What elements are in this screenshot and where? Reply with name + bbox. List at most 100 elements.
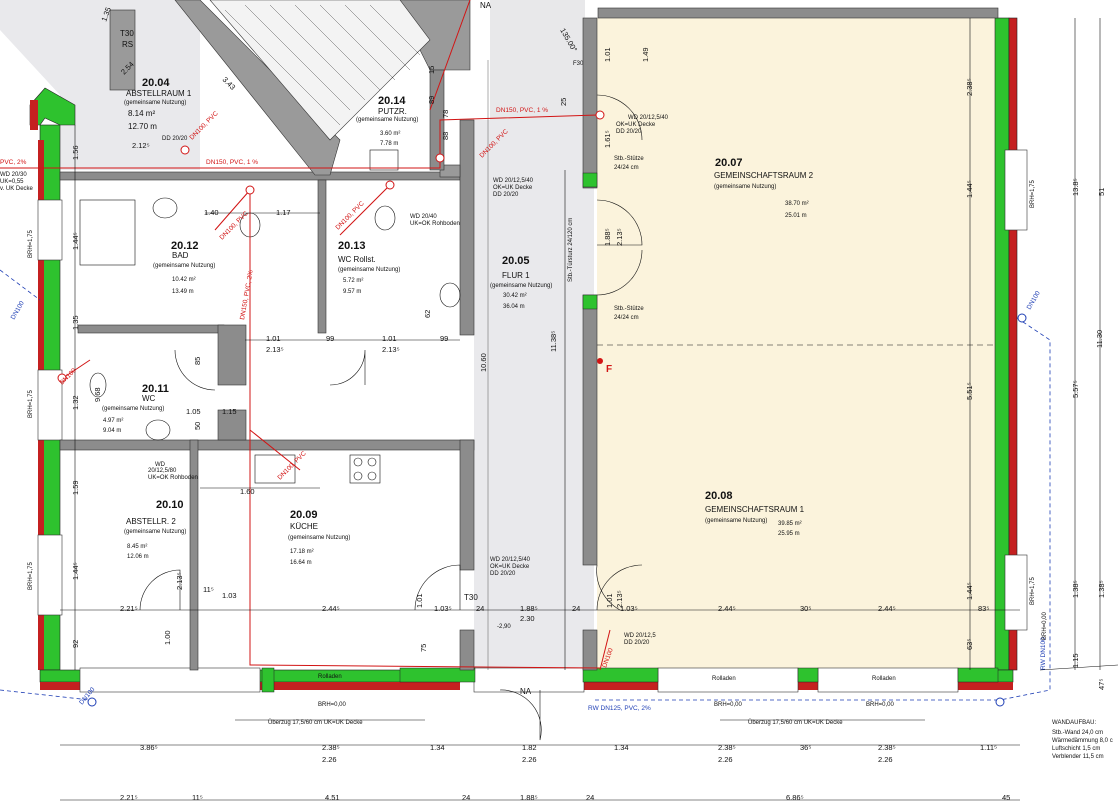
svg-text:1.56: 1.56 — [71, 145, 80, 160]
wall-build-legend: WANDAUFBAU: Stb.-Wand 24,0 cm Wärmedämmu… — [1052, 720, 1113, 760]
svg-text:OK=UK Decke: OK=UK Decke — [616, 122, 656, 128]
svg-text:5.51⁵: 5.51⁵ — [965, 382, 974, 400]
svg-text:1.15: 1.15 — [222, 407, 237, 416]
svg-text:WANDAUFBAU:: WANDAUFBAU: — [1052, 720, 1096, 726]
svg-text:2.30: 2.30 — [520, 614, 535, 623]
svg-text:1.34: 1.34 — [430, 743, 445, 752]
svg-text:PUTZR.: PUTZR. — [378, 107, 407, 116]
svg-text:78: 78 — [441, 110, 450, 118]
svg-text:T30: T30 — [120, 29, 134, 38]
svg-text:Rolladen: Rolladen — [872, 676, 896, 682]
svg-text:DN100: DN100 — [1026, 290, 1042, 311]
svg-text:KÜCHE: KÜCHE — [290, 522, 318, 531]
svg-text:2.21⁵: 2.21⁵ — [120, 604, 138, 613]
svg-text:1.88⁵: 1.88⁵ — [520, 793, 538, 802]
svg-text:2.13⁵: 2.13⁵ — [266, 345, 284, 354]
svg-text:5.72 m²: 5.72 m² — [343, 278, 363, 284]
svg-text:2.26: 2.26 — [718, 755, 733, 764]
room-2009-label: 20.09 KÜCHE (gemeinsame Nutzung) 17.18 m… — [288, 509, 350, 566]
svg-text:85: 85 — [193, 357, 202, 365]
svg-text:25.01 m: 25.01 m — [785, 213, 807, 219]
svg-text:2.38⁵: 2.38⁵ — [965, 78, 974, 96]
svg-text:20.07: 20.07 — [715, 157, 743, 169]
svg-text:2.38⁵: 2.38⁵ — [718, 743, 736, 752]
svg-text:OK=UK Decke: OK=UK Decke — [493, 185, 533, 191]
svg-text:Stb.-Wand 24,0 cm: Stb.-Wand 24,0 cm — [1052, 730, 1103, 736]
svg-text:1.01: 1.01 — [605, 593, 614, 608]
svg-text:Überzug 17,5/60 cm UK=UK Decke: Überzug 17,5/60 cm UK=UK Decke — [268, 719, 363, 726]
svg-text:1.01: 1.01 — [382, 334, 397, 343]
svg-text:2.38⁵: 2.38⁵ — [322, 743, 340, 752]
svg-text:30.42 m²: 30.42 m² — [503, 293, 527, 299]
svg-text:v. UK Decke: v. UK Decke — [0, 186, 34, 192]
svg-text:(gemeinsame Nutzung): (gemeinsame Nutzung) — [102, 406, 164, 412]
svg-text:88: 88 — [441, 132, 450, 140]
svg-text:1.44⁵: 1.44⁵ — [965, 180, 974, 198]
svg-text:RW DN125, PVC, 2%: RW DN125, PVC, 2% — [588, 705, 651, 712]
svg-text:11⁵: 11⁵ — [203, 585, 214, 594]
svg-text:3.60 m²: 3.60 m² — [380, 131, 400, 137]
svg-text:45: 45 — [1002, 793, 1010, 802]
svg-text:BRH=1,75: BRH=1,75 — [1030, 179, 1036, 208]
svg-text:1.59: 1.59 — [71, 480, 80, 495]
svg-text:1.01: 1.01 — [603, 47, 612, 62]
svg-text:Rolladen: Rolladen — [318, 674, 342, 680]
svg-text:BRH=0,00: BRH=0,00 — [714, 702, 743, 708]
svg-text:1.82: 1.82 — [522, 743, 537, 752]
svg-text:ABSTELLRAUM 1: ABSTELLRAUM 1 — [126, 89, 192, 98]
svg-text:WD 20/12,5/40: WD 20/12,5/40 — [490, 557, 531, 563]
svg-text:ABSTELLR. 2: ABSTELLR. 2 — [126, 517, 176, 526]
svg-text:(gemeinsame Nutzung): (gemeinsame Nutzung) — [288, 535, 350, 541]
svg-text:2.13⁵: 2.13⁵ — [615, 228, 624, 246]
svg-text:36⁵: 36⁵ — [800, 743, 811, 752]
svg-text:NA: NA — [480, 1, 492, 10]
room-2011-label: 20.11 WC (gemeinsame Nutzung) 4.97 m² 9.… — [102, 383, 169, 434]
svg-text:2.12⁵: 2.12⁵ — [132, 141, 150, 150]
svg-text:F: F — [606, 364, 612, 375]
svg-text:WD 20/12,5/40: WD 20/12,5/40 — [493, 178, 534, 184]
svg-text:2.26: 2.26 — [322, 755, 337, 764]
hall-gap-fill — [474, 120, 594, 670]
svg-text:51: 51 — [1097, 188, 1106, 196]
svg-text:24: 24 — [462, 793, 470, 802]
svg-text:NA: NA — [520, 687, 532, 696]
svg-text:1.60: 1.60 — [240, 487, 255, 496]
svg-text:1.05: 1.05 — [186, 407, 201, 416]
svg-text:75: 75 — [419, 644, 428, 652]
svg-text:1.15: 1.15 — [1071, 653, 1080, 668]
svg-text:UK=OK Rohboden: UK=OK Rohboden — [148, 475, 198, 481]
svg-text:30⁵: 30⁵ — [800, 604, 811, 613]
room-2010-label: 20.10 ABSTELLR. 2 (gemeinsame Nutzung) 8… — [124, 499, 186, 560]
svg-text:24/24 cm: 24/24 cm — [614, 165, 639, 171]
svg-text:92: 92 — [71, 640, 80, 648]
svg-text:(gemeinsame Nutzung): (gemeinsame Nutzung) — [714, 184, 776, 190]
svg-text:2.21⁵: 2.21⁵ — [120, 793, 138, 802]
svg-text:20.08: 20.08 — [705, 490, 733, 502]
svg-text:10.42 m²: 10.42 m² — [172, 277, 196, 283]
svg-text:1.01: 1.01 — [266, 334, 281, 343]
svg-text:WD 20/12,5/40: WD 20/12,5/40 — [628, 115, 669, 121]
svg-text:1.17: 1.17 — [276, 208, 291, 217]
svg-text:4.97 m²: 4.97 m² — [103, 418, 123, 424]
svg-text:WD 20/30: WD 20/30 — [0, 172, 27, 178]
floor-plan: 20.04 ABSTELLRAUM 1 (gemeinsame Nutzung)… — [0, 0, 1118, 802]
svg-text:12.06 m: 12.06 m — [127, 554, 149, 560]
svg-text:12.70 m: 12.70 m — [128, 122, 157, 131]
svg-text:RW DN100: RW DN100 — [1040, 637, 1047, 670]
svg-text:1.49: 1.49 — [641, 47, 650, 62]
svg-text:1.35: 1.35 — [71, 315, 80, 330]
svg-text:8.45 m²: 8.45 m² — [127, 544, 147, 550]
svg-text:39.85 m²: 39.85 m² — [778, 521, 802, 527]
svg-text:1.40: 1.40 — [204, 208, 219, 217]
svg-text:2.26: 2.26 — [522, 755, 537, 764]
svg-text:25.95 m: 25.95 m — [778, 531, 800, 537]
svg-text:24: 24 — [586, 793, 594, 802]
svg-text:62: 62 — [423, 310, 432, 318]
svg-text:BRH=0,00: BRH=0,00 — [1042, 611, 1048, 640]
svg-text:T30: T30 — [464, 593, 478, 602]
svg-text:3.86⁵: 3.86⁵ — [140, 743, 158, 752]
svg-text:DN100, PVC: DN100, PVC — [218, 210, 249, 241]
svg-text:15: 15 — [427, 66, 436, 74]
svg-text:9.57 m: 9.57 m — [343, 289, 361, 295]
svg-text:20.05: 20.05 — [502, 255, 530, 267]
